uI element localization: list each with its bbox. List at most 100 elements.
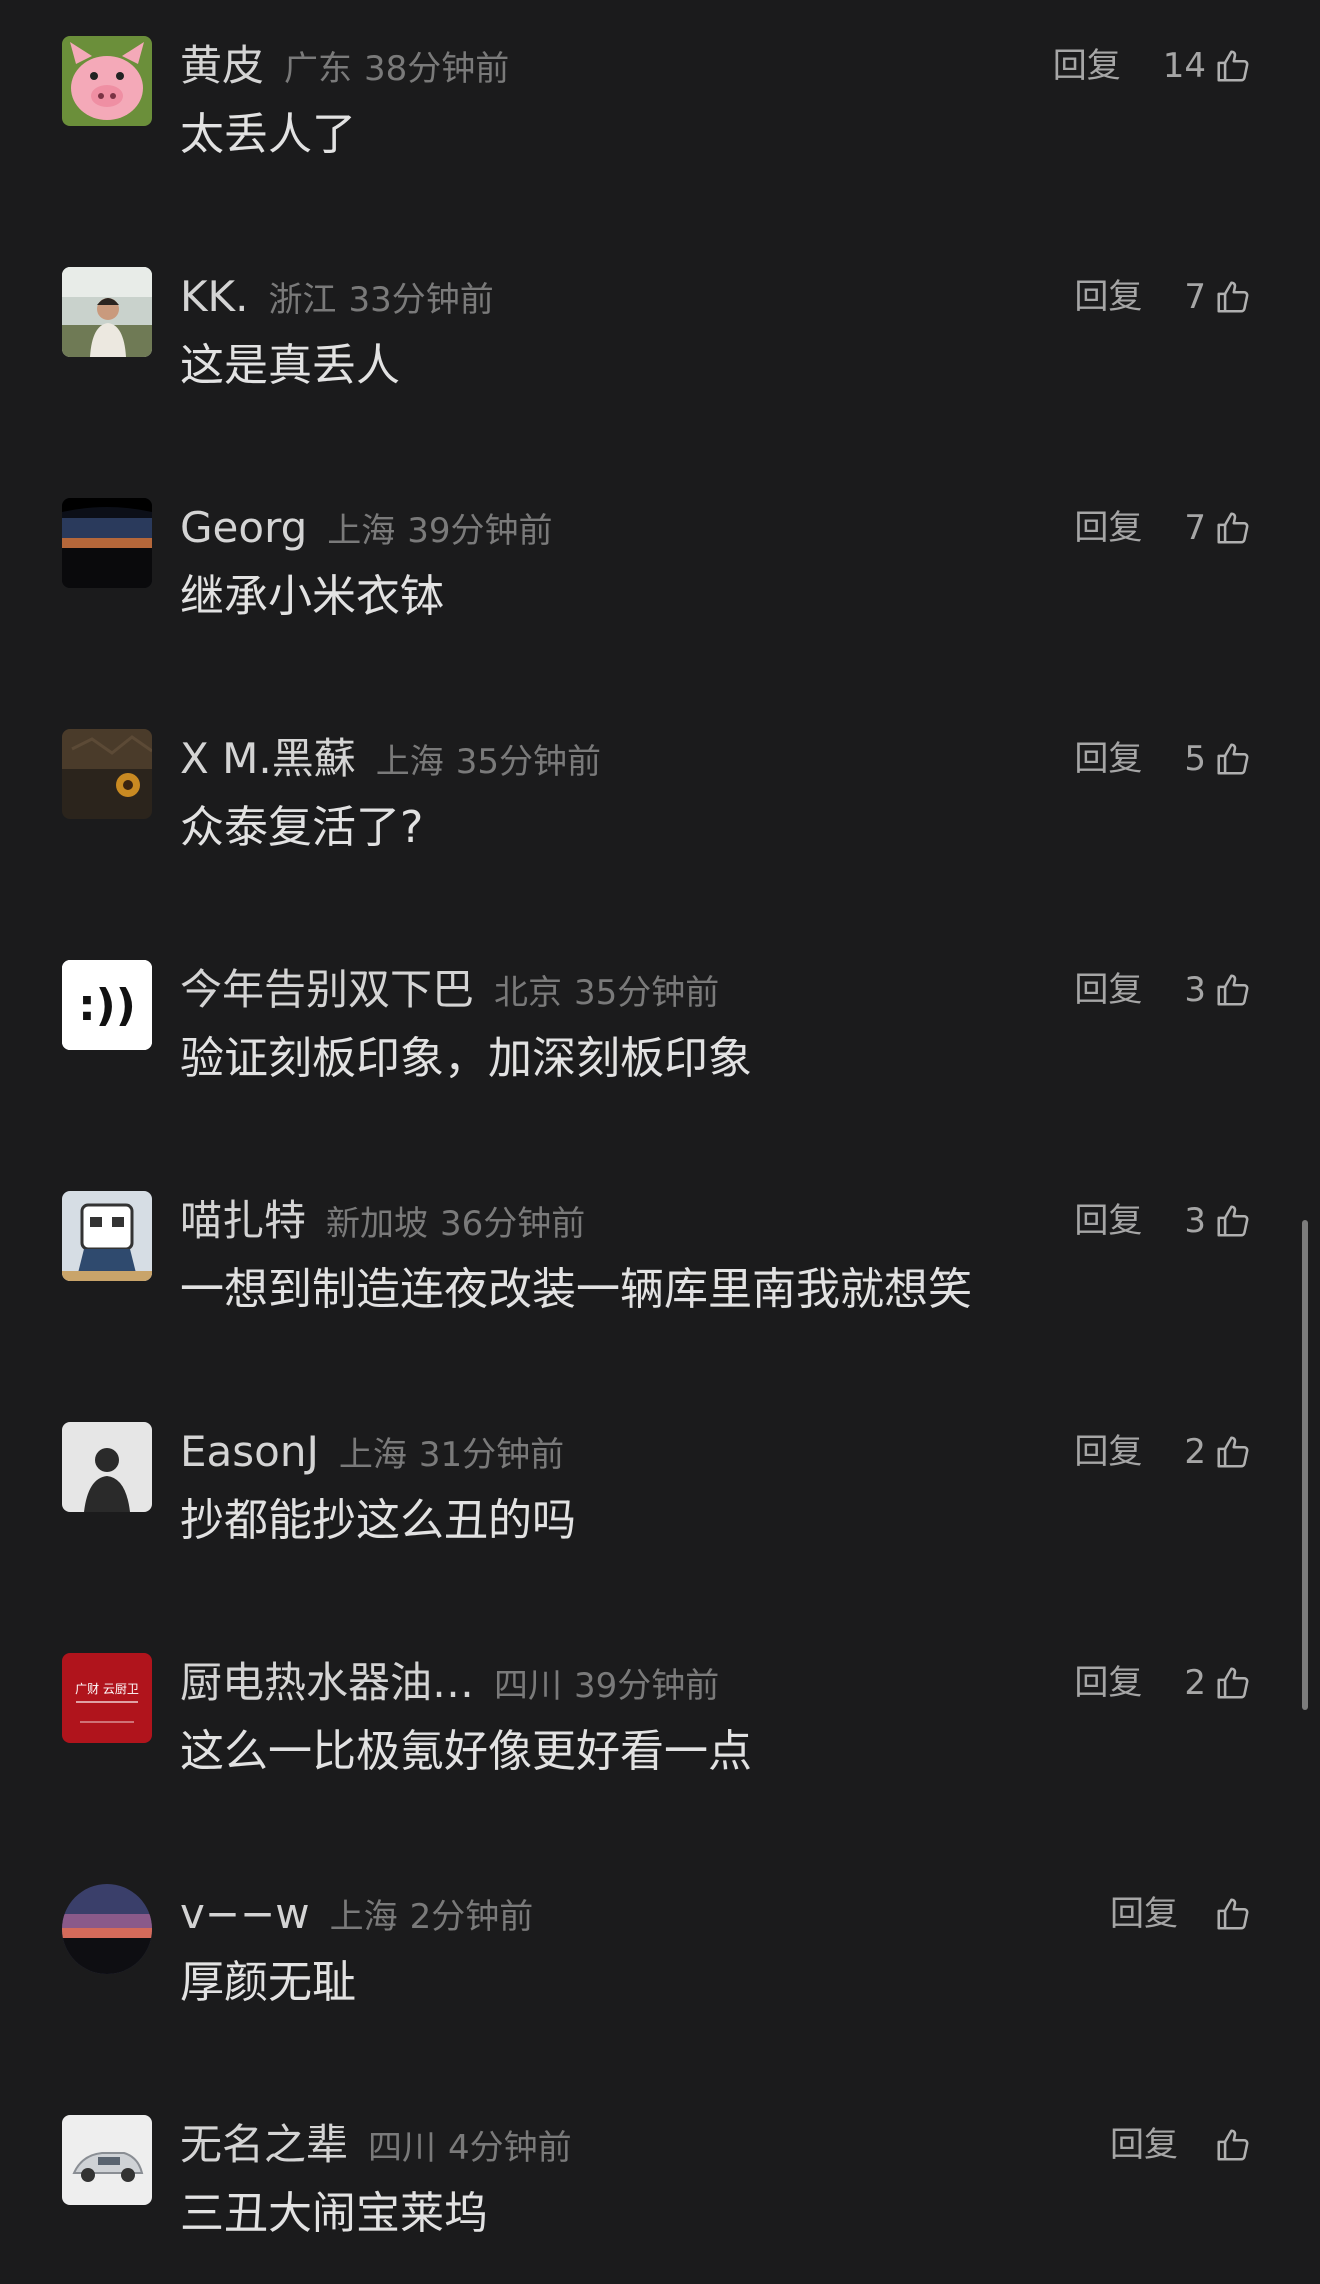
- comment-text: 抄都能抄这么丑的吗: [180, 1495, 576, 1546]
- comment-item: 无名之辈 四川 4分钟前 三丑大闹宝莱坞 回复: [0, 2079, 1320, 2279]
- thumbs-up-icon[interactable]: [1214, 1201, 1254, 1241]
- comment-actions: 回复: [1110, 1884, 1254, 1944]
- location: 上海: [329, 1897, 398, 1937]
- timestamp: 39分钟前: [407, 511, 553, 551]
- comment-meta: 厨电热水器油… 四川 39分钟前: [180, 1653, 719, 1713]
- reply-button[interactable]: 回复: [1074, 267, 1142, 327]
- comment-meta: 今年告别双下巴 北京 35分钟前: [180, 960, 719, 1020]
- smiley-avatar-icon[interactable]: :)): [62, 960, 152, 1050]
- username[interactable]: KK.: [180, 267, 248, 327]
- location: 四川: [368, 2128, 437, 2168]
- username[interactable]: Georg: [180, 498, 307, 558]
- location: 新加坡: [326, 1204, 429, 1244]
- like-count: 2: [1184, 1432, 1206, 1472]
- comment-text: 众泰复活了?: [180, 802, 424, 853]
- location: 上海: [327, 511, 396, 551]
- thumbs-up-icon[interactable]: [1214, 2125, 1254, 2165]
- red-logo-avatar-icon[interactable]: 广财 云厨卫: [62, 1653, 152, 1743]
- comment-actions: 回复 3: [1074, 960, 1254, 1020]
- username[interactable]: 无名之辈: [180, 2115, 348, 2175]
- timestamp: 31分钟前: [418, 1435, 565, 1475]
- thumbs-up-icon[interactable]: [1214, 1894, 1254, 1934]
- smiley-text: :)): [78, 980, 136, 1031]
- timestamp: 4分钟前: [448, 2128, 572, 2168]
- reply-button[interactable]: 回复: [1110, 1884, 1178, 1944]
- pig-avatar-icon[interactable]: [62, 36, 152, 126]
- comment-actions: 回复 3: [1074, 1191, 1254, 1251]
- timestamp: 33分钟前: [348, 280, 494, 320]
- username[interactable]: 厨电热水器油…: [180, 1653, 474, 1713]
- timestamp: 38分钟前: [364, 49, 510, 89]
- username[interactable]: v−−w: [180, 1884, 310, 1944]
- thumbs-up-icon[interactable]: [1214, 46, 1254, 86]
- thumbs-up-icon[interactable]: [1214, 970, 1254, 1010]
- like-count: 2: [1184, 1663, 1206, 1703]
- silhouette-avatar-icon[interactable]: [62, 1422, 152, 1512]
- comment-text: 厚颜无耻: [180, 1957, 356, 2008]
- person-photo-avatar-icon[interactable]: [62, 267, 152, 357]
- like-count: 7: [1184, 277, 1206, 317]
- comment-actions: 回复 7: [1074, 498, 1254, 558]
- like-count: 7: [1184, 508, 1206, 548]
- reply-button[interactable]: 回复: [1074, 1422, 1142, 1482]
- thumbs-up-icon[interactable]: [1214, 1432, 1254, 1472]
- reply-button[interactable]: 回复: [1074, 729, 1142, 789]
- comment-actions: 回复: [1110, 2115, 1254, 2175]
- white-car-avatar-icon[interactable]: [62, 2115, 152, 2205]
- location: 浙江: [268, 280, 337, 320]
- comment-meta: 喵扎特 新加坡 36分钟前: [180, 1191, 585, 1251]
- reply-button[interactable]: 回复: [1074, 1191, 1142, 1251]
- comment-text: 三丑大闹宝莱坞: [180, 2188, 488, 2239]
- like-count: 5: [1184, 739, 1206, 779]
- scrollbar[interactable]: [1302, 1220, 1308, 1710]
- sunflower-avatar-icon[interactable]: [62, 729, 152, 819]
- thumbs-up-icon[interactable]: [1214, 1663, 1254, 1703]
- logo-text: 广财 云厨卫: [75, 1682, 139, 1696]
- comment-text: 太丢人了: [180, 109, 356, 160]
- comment-text: 这么一比极氪好像更好看一点: [180, 1726, 752, 1777]
- reply-button[interactable]: 回复: [1074, 498, 1142, 558]
- comment-meta: KK. 浙江 33分钟前: [180, 267, 494, 327]
- reply-button[interactable]: 回复: [1110, 2115, 1178, 2175]
- thumbs-up-icon[interactable]: [1214, 739, 1254, 779]
- comment-actions: 回复 7: [1074, 267, 1254, 327]
- comment-text: 这是真丢人: [180, 340, 400, 391]
- reply-button[interactable]: 回复: [1053, 36, 1121, 96]
- comment-meta: Georg 上海 39分钟前: [180, 498, 553, 558]
- thumbs-up-icon[interactable]: [1214, 508, 1254, 548]
- username[interactable]: 今年告别双下巴: [180, 960, 474, 1020]
- location: 四川: [494, 1666, 563, 1706]
- cartoon-avatar-icon[interactable]: [62, 1191, 152, 1281]
- username[interactable]: EasonJ: [180, 1422, 319, 1482]
- comment-actions: 回复 2: [1074, 1422, 1254, 1482]
- comment-item: X M.黑蘇 上海 35分钟前 众泰复活了? 回复 5: [0, 693, 1320, 893]
- username[interactable]: 喵扎特: [180, 1191, 306, 1251]
- sunset-car-avatar-icon[interactable]: [62, 498, 152, 588]
- location: 广东: [284, 49, 353, 89]
- comment-item: :)) 今年告别双下巴 北京 35分钟前 验证刻板印象，加深刻板印象 回复 3: [0, 924, 1320, 1124]
- comment-actions: 回复 14: [1053, 36, 1254, 96]
- location: 北京: [494, 973, 563, 1013]
- comment-actions: 回复 5: [1074, 729, 1254, 789]
- like-count: 3: [1184, 1201, 1206, 1241]
- comment-meta: 黄皮 广东 38分钟前: [180, 36, 509, 96]
- comment-item: 黄皮 广东 38分钟前 太丢人了 回复 14: [0, 0, 1320, 200]
- comment-meta: 无名之辈 四川 4分钟前: [180, 2115, 572, 2175]
- dusk-sky-avatar-icon[interactable]: [62, 1884, 152, 1974]
- username[interactable]: X M.黑蘇: [180, 729, 356, 789]
- reply-button[interactable]: 回复: [1074, 960, 1142, 1020]
- comment-actions: 回复 2: [1074, 1653, 1254, 1713]
- comment-item: 喵扎特 新加坡 36分钟前 一想到制造连夜改装一辆库里南我就想笑 回复 3: [0, 1155, 1320, 1355]
- location: 上海: [338, 1435, 407, 1475]
- comment-item: EasonJ 上海 31分钟前 抄都能抄这么丑的吗 回复 2: [0, 1386, 1320, 1586]
- thumbs-up-icon[interactable]: [1214, 277, 1254, 317]
- timestamp: 35分钟前: [455, 742, 601, 782]
- timestamp: 39分钟前: [574, 1666, 720, 1706]
- comment-item: 广财 云厨卫 厨电热水器油… 四川 39分钟前 这么一比极氪好像更好看一点 回复…: [0, 1617, 1320, 1817]
- comment-text: 一想到制造连夜改装一辆库里南我就想笑: [180, 1264, 972, 1315]
- comment-text: 验证刻板印象，加深刻板印象: [180, 1033, 752, 1084]
- timestamp: 35分钟前: [574, 973, 720, 1013]
- reply-button[interactable]: 回复: [1074, 1653, 1142, 1713]
- like-count: 3: [1184, 970, 1206, 1010]
- username[interactable]: 黄皮: [180, 36, 264, 96]
